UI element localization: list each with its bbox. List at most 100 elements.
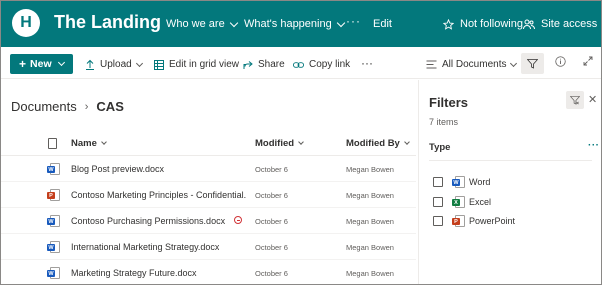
follow-button[interactable]: Not following [443, 18, 523, 30]
filter-section-type: Type [429, 142, 451, 153]
copy-link-label: Copy link [309, 59, 351, 70]
table-row[interactable]: W Marketing Strategy Future.docx October… [1, 260, 416, 284]
star-icon [443, 18, 454, 30]
filter-icon [570, 95, 580, 105]
table-row[interactable]: W Contoso Purchasing Permissions.docx Oc… [1, 208, 416, 234]
nav-who-we-are-label: Who we are [166, 18, 225, 30]
edit-grid-button[interactable]: Edit in grid view [154, 59, 239, 70]
sharepoint-window: H The Landing Who we are What's happenin… [0, 0, 602, 285]
filter-icon-button[interactable] [566, 91, 584, 109]
site-header: H The Landing Who we are What's happenin… [1, 1, 601, 47]
view-switcher[interactable]: All Documents [426, 59, 518, 70]
file-name[interactable]: Marketing Strategy Future.docx [71, 268, 197, 278]
checkbox[interactable] [433, 216, 443, 226]
filter-option-powerpoint[interactable]: P PowerPoint [433, 215, 515, 227]
filter-option-label: Word [469, 177, 491, 187]
chevron-down-icon [135, 59, 143, 67]
copy-link-button[interactable]: Copy link [293, 59, 350, 70]
info-button[interactable] [555, 56, 566, 67]
edit-grid-label: Edit in grid view [169, 59, 240, 70]
column-modified[interactable]: Modified [255, 138, 304, 149]
file-name[interactable]: International Marketing Strategy.docx [71, 242, 219, 252]
new-button[interactable]: + New [10, 54, 73, 74]
upload-label: Upload [100, 59, 132, 70]
chevron-down-icon [298, 139, 304, 145]
link-icon [293, 61, 304, 68]
nav-who-we-are[interactable]: Who we are [166, 18, 238, 30]
chevron-down-icon [57, 58, 65, 67]
table-row[interactable]: W Blog Post preview.docx October 6 Megan… [1, 156, 416, 182]
chevron-down-icon [101, 139, 107, 145]
breadcrumb-documents[interactable]: Documents [11, 99, 77, 114]
share-icon [243, 60, 253, 69]
chevron-down-icon [229, 18, 238, 27]
sync-error-icon[interactable] [234, 216, 242, 224]
column-name[interactable]: Name [71, 138, 107, 149]
chevron-down-icon [510, 59, 518, 67]
site-logo[interactable]: H [12, 9, 40, 37]
filters-item-count: 7 items [429, 117, 459, 127]
column-modified-label: Modified [255, 138, 295, 149]
share-label: Share [258, 59, 285, 70]
divider [429, 160, 592, 161]
chevron-down-icon [336, 18, 345, 27]
edit-nav-link[interactable]: Edit [373, 18, 392, 30]
upload-icon [86, 59, 94, 70]
word-file-icon: W [47, 163, 60, 175]
document-icon [48, 138, 57, 149]
expand-button[interactable] [583, 56, 593, 66]
expand-icon [583, 56, 593, 66]
filter-option-word[interactable]: W Word [433, 176, 490, 188]
chevron-down-icon [404, 139, 410, 145]
checkbox[interactable] [433, 197, 443, 207]
word-file-icon: W [452, 176, 465, 188]
file-modified-by: Megan Bowen [346, 243, 394, 252]
table-row[interactable]: P Contoso Marketing Principles - Confide… [1, 182, 416, 208]
share-button[interactable]: Share [243, 59, 285, 70]
file-modified: October 6 [255, 217, 288, 226]
file-name[interactable]: Contoso Marketing Principles - Confident… [71, 190, 246, 200]
filters-pane: Filters ✕ 7 items Type ··· W Word X Exce… [418, 80, 601, 284]
filter-toggle-button[interactable] [521, 53, 544, 74]
powerpoint-file-icon: P [47, 189, 60, 201]
list-header: Name Modified Modified By [1, 131, 416, 156]
file-modified: October 6 [255, 269, 288, 278]
word-file-icon: W [47, 267, 60, 279]
filter-option-label: Excel [469, 197, 492, 207]
site-title[interactable]: The Landing [54, 12, 161, 33]
command-bar: + New Upload Edit in grid view Share Cop… [1, 47, 601, 79]
nav-more-button[interactable]: ··· [346, 14, 361, 28]
upload-button[interactable]: Upload [85, 59, 143, 70]
view-label: All Documents [442, 59, 507, 70]
info-icon [555, 56, 566, 67]
table-row[interactable]: W International Marketing Strategy.docx … [1, 234, 416, 260]
column-name-label: Name [71, 138, 97, 149]
file-modified-by: Megan Bowen [346, 191, 394, 200]
more-commands-button[interactable]: ··· [361, 56, 373, 70]
follow-label: Not following [460, 18, 523, 30]
checkbox[interactable] [433, 177, 443, 187]
file-name[interactable]: Contoso Purchasing Permissions.docx [71, 216, 225, 226]
file-modified: October 6 [255, 243, 288, 252]
file-modified: October 6 [255, 191, 288, 200]
filter-section-more[interactable]: ··· [588, 140, 600, 151]
nav-whats-happening-label: What's happening [244, 18, 332, 30]
file-name[interactable]: Blog Post preview.docx [71, 164, 164, 174]
word-file-icon: W [47, 241, 60, 253]
file-modified-by: Megan Bowen [346, 269, 394, 278]
file-modified-by: Megan Bowen [346, 217, 394, 226]
file-modified: October 6 [255, 165, 288, 174]
nav-whats-happening[interactable]: What's happening [244, 18, 345, 30]
site-access-button[interactable]: Site access [523, 18, 597, 30]
excel-file-icon: X [452, 196, 465, 208]
column-modified-by[interactable]: Modified By [346, 138, 410, 149]
new-label: New [30, 58, 52, 70]
logo-letter: H [20, 14, 32, 31]
word-file-icon: W [47, 215, 60, 227]
close-icon[interactable]: ✕ [588, 93, 597, 106]
file-modified-by: Megan Bowen [346, 165, 394, 174]
view-list-icon [426, 60, 437, 69]
filter-icon [527, 58, 538, 69]
filter-option-excel[interactable]: X Excel [433, 196, 491, 208]
site-access-label: Site access [541, 18, 598, 30]
